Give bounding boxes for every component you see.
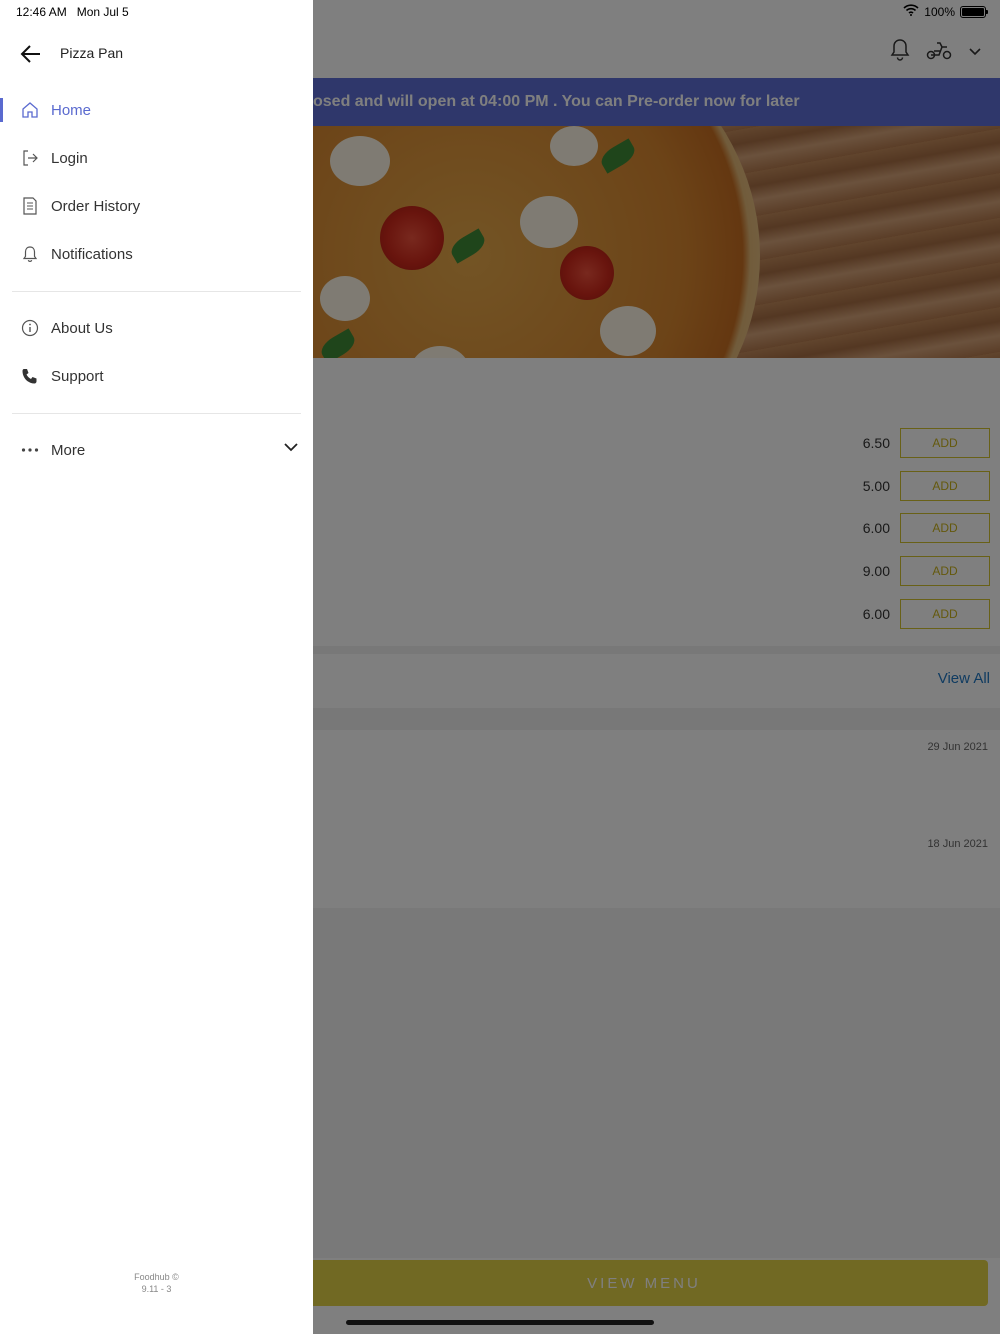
drawer-item-login[interactable]: Login	[0, 134, 313, 182]
drawer-item-label: More	[51, 441, 86, 459]
drawer-item-label: Notifications	[51, 245, 133, 263]
drawer-item-label: Home	[51, 101, 92, 119]
back-arrow-icon[interactable]	[20, 44, 42, 64]
drawer-item-support[interactable]: Support	[0, 352, 313, 400]
drawer-item-label: Login	[51, 149, 88, 167]
home-indicator[interactable]	[346, 1320, 654, 1325]
navigation-drawer: Pizza Pan Home Login Order History Notif…	[0, 0, 313, 1334]
more-dots-icon	[20, 440, 40, 460]
status-date: Mon Jul 5	[76, 5, 129, 19]
chevron-down-icon[interactable]	[283, 440, 299, 458]
info-icon	[20, 318, 40, 338]
status-time: 12:46 AM	[16, 5, 67, 19]
drawer-item-order-history[interactable]: Order History	[0, 182, 313, 230]
receipt-icon	[20, 196, 40, 216]
drawer-divider	[12, 291, 301, 292]
status-bar-right: 100%	[903, 4, 988, 19]
active-indicator	[0, 98, 3, 122]
drawer-item-about-us[interactable]: About Us	[0, 304, 313, 352]
drawer-divider	[12, 413, 301, 414]
bell-icon	[20, 244, 40, 264]
drawer-item-notifications[interactable]: Notifications	[0, 230, 313, 278]
app-version: 9.11 - 3	[141, 1284, 172, 1294]
drawer-menu: Home Login Order History Notifications A…	[0, 86, 313, 474]
drawer-footer: Foodhub © 9.11 - 3	[0, 1271, 313, 1295]
phone-icon	[20, 366, 40, 386]
drawer-header: Pizza Pan	[0, 36, 313, 72]
drawer-item-label: About Us	[51, 319, 113, 337]
status-bar-left: 12:46 AM Mon Jul 5	[16, 5, 129, 19]
battery-percent: 100%	[924, 4, 955, 19]
wifi-icon	[903, 4, 919, 19]
login-icon	[20, 148, 40, 168]
home-icon	[20, 100, 40, 120]
brand-copyright: Foodhub ©	[134, 1272, 179, 1282]
battery-icon	[960, 5, 988, 18]
drawer-item-home[interactable]: Home	[0, 86, 313, 134]
drawer-item-label: Support	[51, 367, 104, 385]
restaurant-name: Pizza Pan	[60, 45, 124, 61]
drawer-item-label: Order History	[51, 197, 141, 215]
drawer-item-more[interactable]: More	[0, 426, 313, 474]
